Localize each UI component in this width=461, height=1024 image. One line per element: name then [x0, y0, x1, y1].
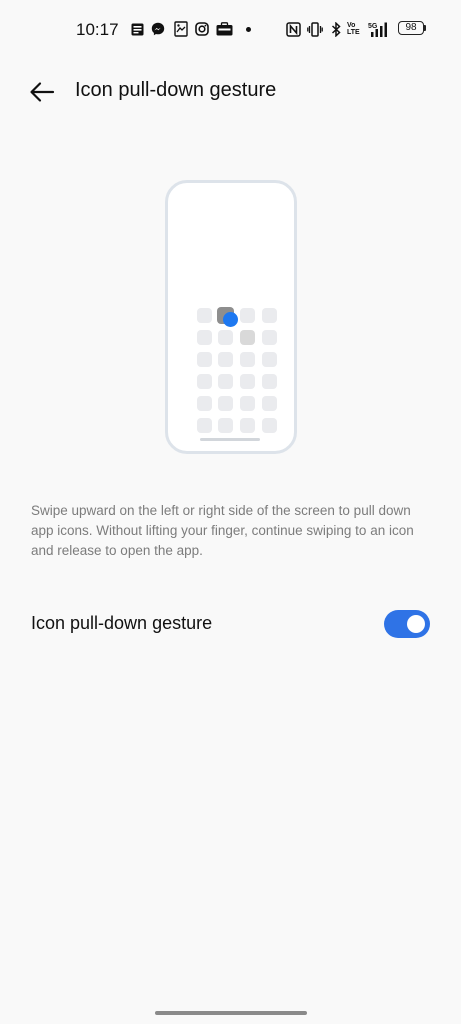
- navigation-gesture-bar[interactable]: [155, 1011, 307, 1015]
- bluetooth-icon: [330, 21, 342, 37]
- gesture-illustration: [165, 180, 297, 454]
- app-cell: [262, 374, 277, 389]
- app-cell: [218, 396, 233, 411]
- page-title: Icon pull-down gesture: [75, 79, 277, 101]
- volte-icon: Vo LTE: [347, 22, 360, 36]
- app-cell: [240, 396, 255, 411]
- app-cell: [197, 396, 212, 411]
- vibrate-icon: [307, 21, 323, 37]
- app-cell: [240, 308, 255, 323]
- messenger-icon: [151, 21, 165, 37]
- app-cell: [197, 352, 212, 367]
- battery-tip: [424, 25, 426, 31]
- more-notifications-dot: [246, 27, 251, 32]
- app-cell: [197, 418, 212, 433]
- briefcase-icon: [216, 21, 233, 37]
- setting-label: Icon pull-down gesture: [31, 613, 213, 633]
- notification-icon: [130, 21, 144, 37]
- instagram-icon: [195, 21, 209, 37]
- app-cell: [218, 352, 233, 367]
- app-cell-highlighted: [240, 330, 255, 345]
- app-cell: [262, 308, 277, 323]
- back-button[interactable]: [26, 76, 58, 108]
- app-cell: [240, 352, 255, 367]
- status-time: 10:17: [76, 20, 119, 39]
- gallery-icon: [173, 21, 189, 37]
- gesture-description: Swipe upward on the left or right side o…: [31, 503, 414, 558]
- arrow-left-icon: [30, 82, 55, 102]
- touch-point-dot: [223, 312, 238, 327]
- app-cell: [240, 374, 255, 389]
- app-cell: [218, 330, 233, 345]
- icon-pull-down-gesture-row[interactable]: Icon pull-down gesture: [0, 594, 461, 654]
- phone-home-indicator: [200, 438, 260, 441]
- app-cell: [197, 374, 212, 389]
- icon-pull-down-gesture-toggle[interactable]: [384, 610, 430, 638]
- header: Icon pull-down gesture: [0, 60, 461, 124]
- app-cell: [218, 374, 233, 389]
- toggle-knob: [407, 615, 425, 633]
- app-cell: [262, 352, 277, 367]
- app-cell: [197, 330, 212, 345]
- svg-text:5G: 5G: [368, 23, 378, 30]
- battery-icon: 98: [398, 21, 424, 35]
- app-cell: [262, 418, 277, 433]
- app-cell: [240, 418, 255, 433]
- app-cell: [218, 418, 233, 433]
- app-cell: [197, 308, 212, 323]
- nfc-icon: [286, 21, 301, 37]
- app-cell: [262, 396, 277, 411]
- signal-icon: 5G: [368, 21, 392, 37]
- app-cell: [262, 330, 277, 345]
- status-bar: 10:17 Vo LTE 5G 98: [0, 0, 461, 60]
